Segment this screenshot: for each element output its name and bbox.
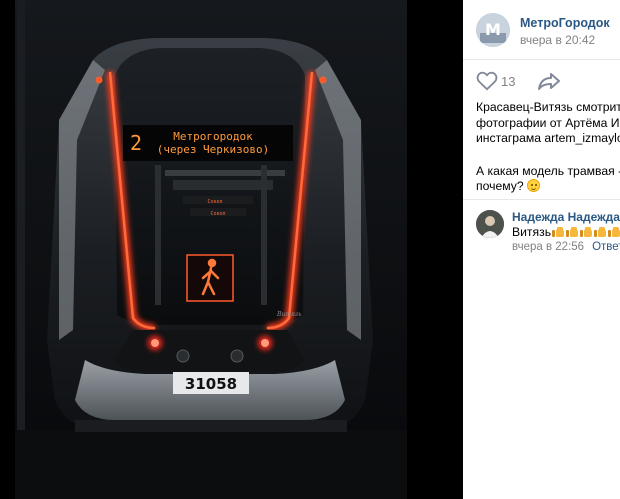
post-text-line-3: инстаграма artem_izmaylovs [476, 131, 620, 145]
thumbs-up-emoji-icon [580, 225, 593, 237]
post-text: Красавец-Витязь смотрит н фотографии от … [476, 100, 620, 195]
commenter-avatar[interactable] [476, 210, 504, 238]
inner-sign-2: Сокол [210, 211, 225, 217]
smiling-face-emoji-icon [527, 179, 541, 192]
post-header: M МетроГородок вчера в 20:42 [463, 0, 620, 60]
user-photo-icon [476, 210, 504, 238]
tram-photo[interactable]: 2 Метрогородок (через Черкизово) Сокол С… [15, 0, 407, 499]
thumbs-up-emoji-icon [608, 225, 620, 237]
post-text-line-4: А какая модель трамвая - в [476, 163, 620, 178]
comment-text-value: Витязь [512, 225, 552, 239]
post-author-link[interactable]: МетроГородок [520, 16, 610, 30]
post-sidebar: M МетроГородок вчера в 20:42 13 Красавец… [463, 0, 620, 499]
heart-icon[interactable] [476, 71, 498, 91]
comment-author-link[interactable]: Надежда Надежда [512, 210, 620, 224]
post-actions: 13 [463, 60, 620, 100]
post-text-line-2: фотографии от Артёма Изма [476, 115, 620, 130]
comment-timestamp[interactable]: вчера в 22:56 [512, 241, 584, 253]
reply-link[interactable]: Ответи [592, 241, 620, 253]
metro-logo-icon: M [476, 13, 510, 47]
post-text-line-1: Красавец-Витязь смотрит н [476, 100, 620, 114]
group-avatar[interactable]: M [476, 13, 510, 47]
post-text-line-5-text: почему? [476, 179, 524, 193]
fleet-number: 31058 [185, 375, 237, 393]
like-count: 13 [501, 74, 516, 89]
share-arrow-icon[interactable] [537, 72, 561, 90]
comment-text: Витязь [512, 225, 620, 239]
tram-illustration: 2 Метрогородок (через Черкизово) Сокол С… [15, 0, 407, 499]
thumbs-up-emoji-icon [566, 225, 579, 237]
inner-sign-1: Сокол [207, 199, 222, 205]
destination-line1: Метрогородок [173, 130, 253, 143]
thumbs-up-emoji-icon [594, 225, 607, 237]
post-timestamp[interactable]: вчера в 20:42 [520, 33, 595, 47]
tram-signature: Витязь [276, 311, 301, 318]
destination-line2: (через Черкизово) [157, 143, 270, 156]
photo-viewer: 2 Метрогородок (через Черкизово) Сокол С… [0, 0, 463, 499]
route-number: 2 [130, 131, 142, 155]
svg-text:M: M [485, 20, 501, 39]
thumbs-up-emoji-icon [552, 225, 565, 237]
post-text-line-5: почему? [476, 179, 620, 195]
comment-meta: вчера в 22:56 Ответи [512, 241, 620, 253]
comment-item: Надежда Надежда Витязь вчера в 22:56 Отве… [463, 200, 620, 260]
